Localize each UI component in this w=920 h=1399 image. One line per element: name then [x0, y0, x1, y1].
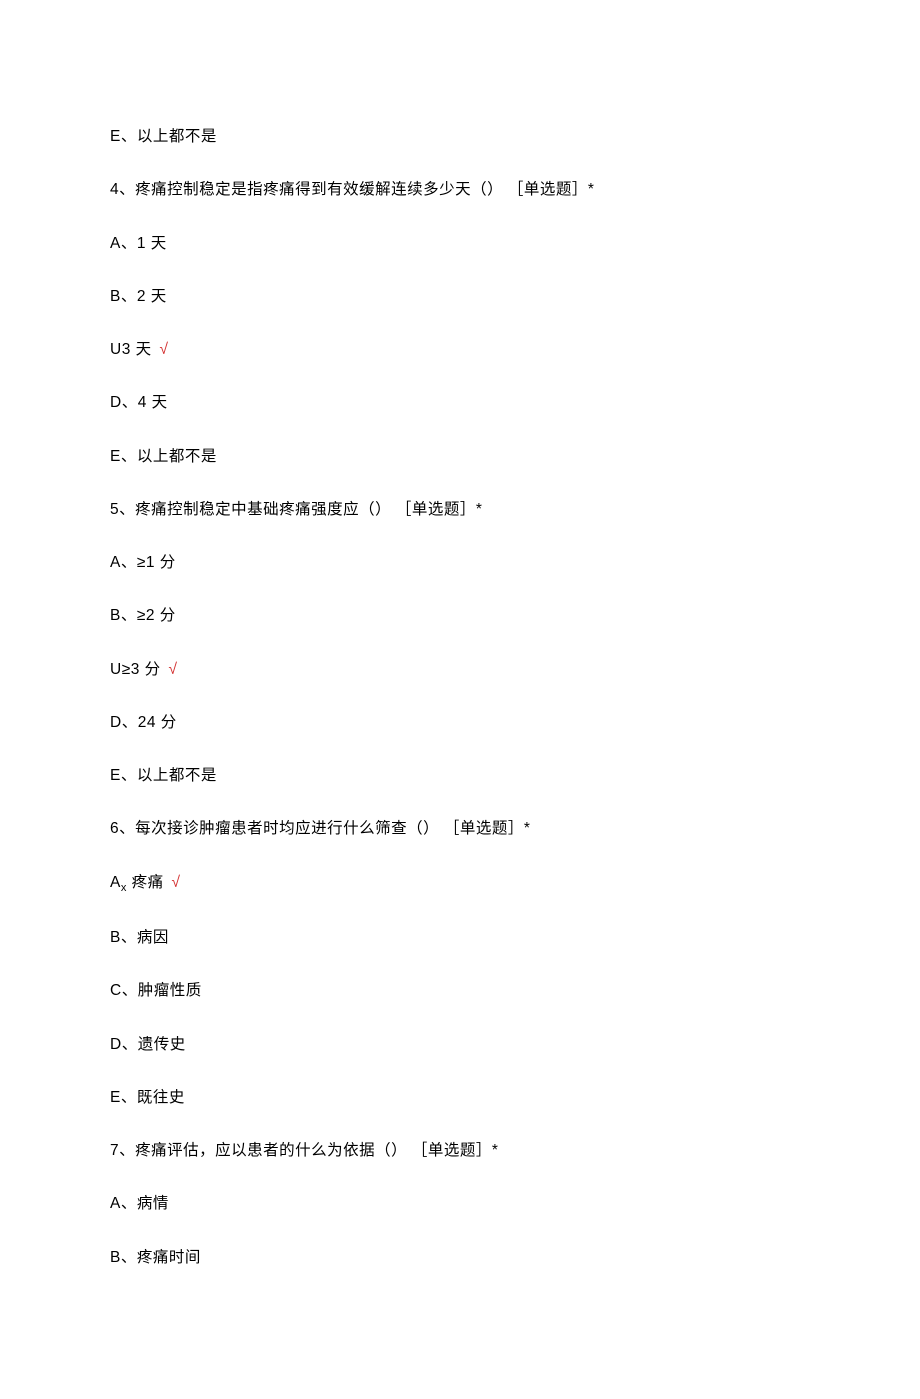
option-7a: A、病情: [110, 1192, 810, 1215]
option-6a: Ax 疼痛 √: [110, 871, 810, 897]
option-5b: B、≥2 分: [110, 604, 810, 627]
question-6: 6、每次接诊肿瘤患者时均应进行什么筛查（） ［单选题］*: [110, 817, 810, 840]
option-5a: A、≥1 分: [110, 551, 810, 574]
option-6a-after: 疼痛: [127, 874, 164, 891]
option-4c-text: U3 天: [110, 341, 152, 358]
option-4c: U3 天 √: [110, 338, 810, 361]
option-4a: A、1 天: [110, 232, 810, 255]
option-5c-text: U≥3 分: [110, 661, 161, 678]
option-4b: B、2 天: [110, 285, 810, 308]
check-icon: √: [159, 341, 168, 358]
option-6b: B、病因: [110, 926, 810, 949]
option-5c: U≥3 分 √: [110, 658, 810, 681]
check-icon: √: [171, 874, 180, 891]
option-5d: D、24 分: [110, 711, 810, 734]
question-7: 7、疼痛评估，应以患者的什么为依据（） ［单选题］*: [110, 1139, 810, 1162]
option-6d: D、遗传史: [110, 1033, 810, 1056]
question-4: 4、疼痛控制稳定是指疼痛得到有效缓解连续多少天（） ［单选题］*: [110, 178, 810, 201]
option-7b: B、疼痛时间: [110, 1246, 810, 1269]
option-4e: E、以上都不是: [110, 445, 810, 468]
check-icon: √: [168, 661, 177, 678]
option-text: E、以上都不是: [110, 125, 810, 148]
option-6c: C、肿瘤性质: [110, 979, 810, 1002]
option-5e: E、以上都不是: [110, 764, 810, 787]
option-6e: E、既往史: [110, 1086, 810, 1109]
option-6a-before: A: [110, 874, 121, 891]
question-5: 5、疼痛控制稳定中基础疼痛强度应（） ［单选题］*: [110, 498, 810, 521]
option-4d: D、4 天: [110, 391, 810, 414]
